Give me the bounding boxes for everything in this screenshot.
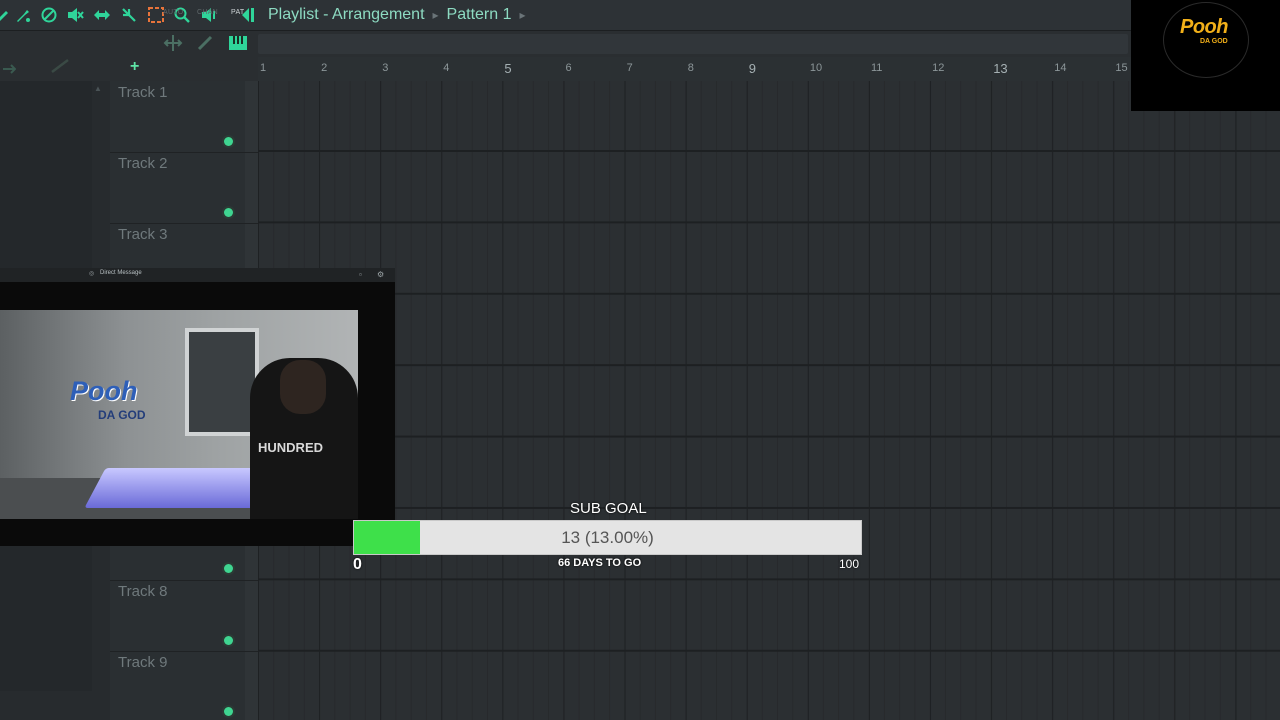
ruler-bar-7[interactable]: 7	[627, 62, 633, 74]
pencil-icon[interactable]	[196, 34, 216, 57]
slip-icon[interactable]	[93, 6, 111, 24]
sub-goal-label: SUB GOAL	[570, 500, 647, 517]
video-window	[185, 328, 259, 436]
pattern-strip[interactable]	[258, 34, 1128, 54]
timeline-ruler[interactable]: 1 2 3 4 5 6 7 8 9 10 11 12 13 14 15	[258, 57, 1280, 82]
track-label-8[interactable]: Track 8	[118, 583, 167, 600]
sub-goal-progress-text: 13 (13.00%)	[561, 527, 654, 547]
sub-goal-max: 100	[839, 557, 860, 571]
ruler-bar-1[interactable]: 1	[260, 62, 266, 74]
paint-icon[interactable]	[14, 6, 32, 24]
settings-icon[interactable]: ⚙	[377, 270, 384, 279]
ruler-bar-3[interactable]: 3	[382, 62, 388, 74]
track-mute-dot[interactable]	[224, 137, 233, 146]
sub-goal-days-left: 66 DAYS TO GO	[558, 557, 642, 569]
filter-auto[interactable]: AUTO	[163, 9, 184, 16]
snap-icon[interactable]	[163, 34, 183, 57]
sub-goal-progress-bar: 13 (13.00%)	[353, 520, 862, 555]
track-mute-dot[interactable]	[224, 636, 233, 645]
ruler-bar-15[interactable]: 15	[1115, 62, 1127, 74]
logo-text: Pooh	[1180, 16, 1229, 38]
track-mute-dot[interactable]	[224, 707, 233, 716]
delete-icon[interactable]	[40, 6, 58, 24]
link-icon[interactable]	[50, 58, 70, 79]
add-track-icon[interactable]: +	[130, 58, 139, 76]
title-pattern[interactable]: Pattern 1	[447, 6, 512, 24]
video-logo-subtext: DA GOD	[98, 408, 146, 422]
ruler-bar-6[interactable]: 6	[566, 62, 572, 74]
sub-goal-min: 0	[353, 556, 362, 573]
ruler-bar-8[interactable]: 8	[688, 62, 694, 74]
track-separator	[110, 651, 258, 652]
piano-icon[interactable]	[228, 34, 248, 57]
arrow-icon[interactable]	[2, 62, 17, 80]
track-mute-dot[interactable]	[224, 208, 233, 217]
webcam-window-title: Direct Message	[100, 270, 142, 276]
video-shirt-text: HUNDRED	[258, 440, 323, 455]
logo-subtext: DA GOD	[1200, 38, 1228, 45]
draw-icon[interactable]	[0, 6, 12, 24]
ruler-bar-14[interactable]: 14	[1054, 62, 1066, 74]
track-separator	[110, 223, 258, 224]
slice-icon[interactable]	[120, 6, 138, 24]
title-playlist: Playlist - Arrangement	[268, 6, 425, 23]
track-header-row	[0, 57, 258, 81]
track-mute-dot[interactable]	[224, 564, 233, 573]
breadcrumb-separator-icon: ▸	[519, 8, 526, 22]
message-icon: ◎	[89, 271, 95, 277]
webcam-titlebar	[0, 268, 395, 282]
mute-icon[interactable]	[66, 6, 84, 24]
ruler-bar-4[interactable]: 4	[443, 62, 449, 74]
filter-pat[interactable]: PAT	[231, 9, 244, 16]
webcam-video: Pooh DA GOD HUNDRED	[0, 310, 358, 519]
maximize-icon[interactable]: ▫	[359, 270, 362, 279]
track-separator	[110, 152, 258, 153]
track-label-3[interactable]: Track 3	[118, 226, 167, 243]
track-label-1[interactable]: Track 1	[118, 84, 167, 101]
ruler-bar-5[interactable]: 5	[504, 61, 511, 76]
filter-chan[interactable]: CHAN	[197, 9, 218, 16]
ruler-bar-9[interactable]: 9	[749, 61, 756, 76]
scroll-up-icon[interactable]: ▲	[94, 84, 102, 93]
ruler-bar-11[interactable]: 11	[871, 62, 882, 74]
playlist-toolbar	[0, 0, 1280, 31]
ruler-bar-10[interactable]: 10	[810, 62, 822, 74]
ruler-bar-12[interactable]: 12	[932, 62, 944, 74]
window-title: Playlist - Arrangement ▸ Pattern 1 ▸	[268, 4, 526, 26]
track-label-2[interactable]: Track 2	[118, 155, 167, 172]
arrangement-grid[interactable]	[258, 81, 1280, 720]
video-person-head	[280, 360, 326, 414]
ruler-bar-13[interactable]: 13	[993, 61, 1007, 76]
track-label-9[interactable]: Track 9	[118, 654, 167, 671]
track-separator	[110, 580, 258, 581]
ruler-bar-2[interactable]: 2	[321, 62, 327, 74]
video-logo-text: Pooh	[70, 376, 138, 406]
breadcrumb-separator-icon: ▸	[432, 8, 439, 22]
